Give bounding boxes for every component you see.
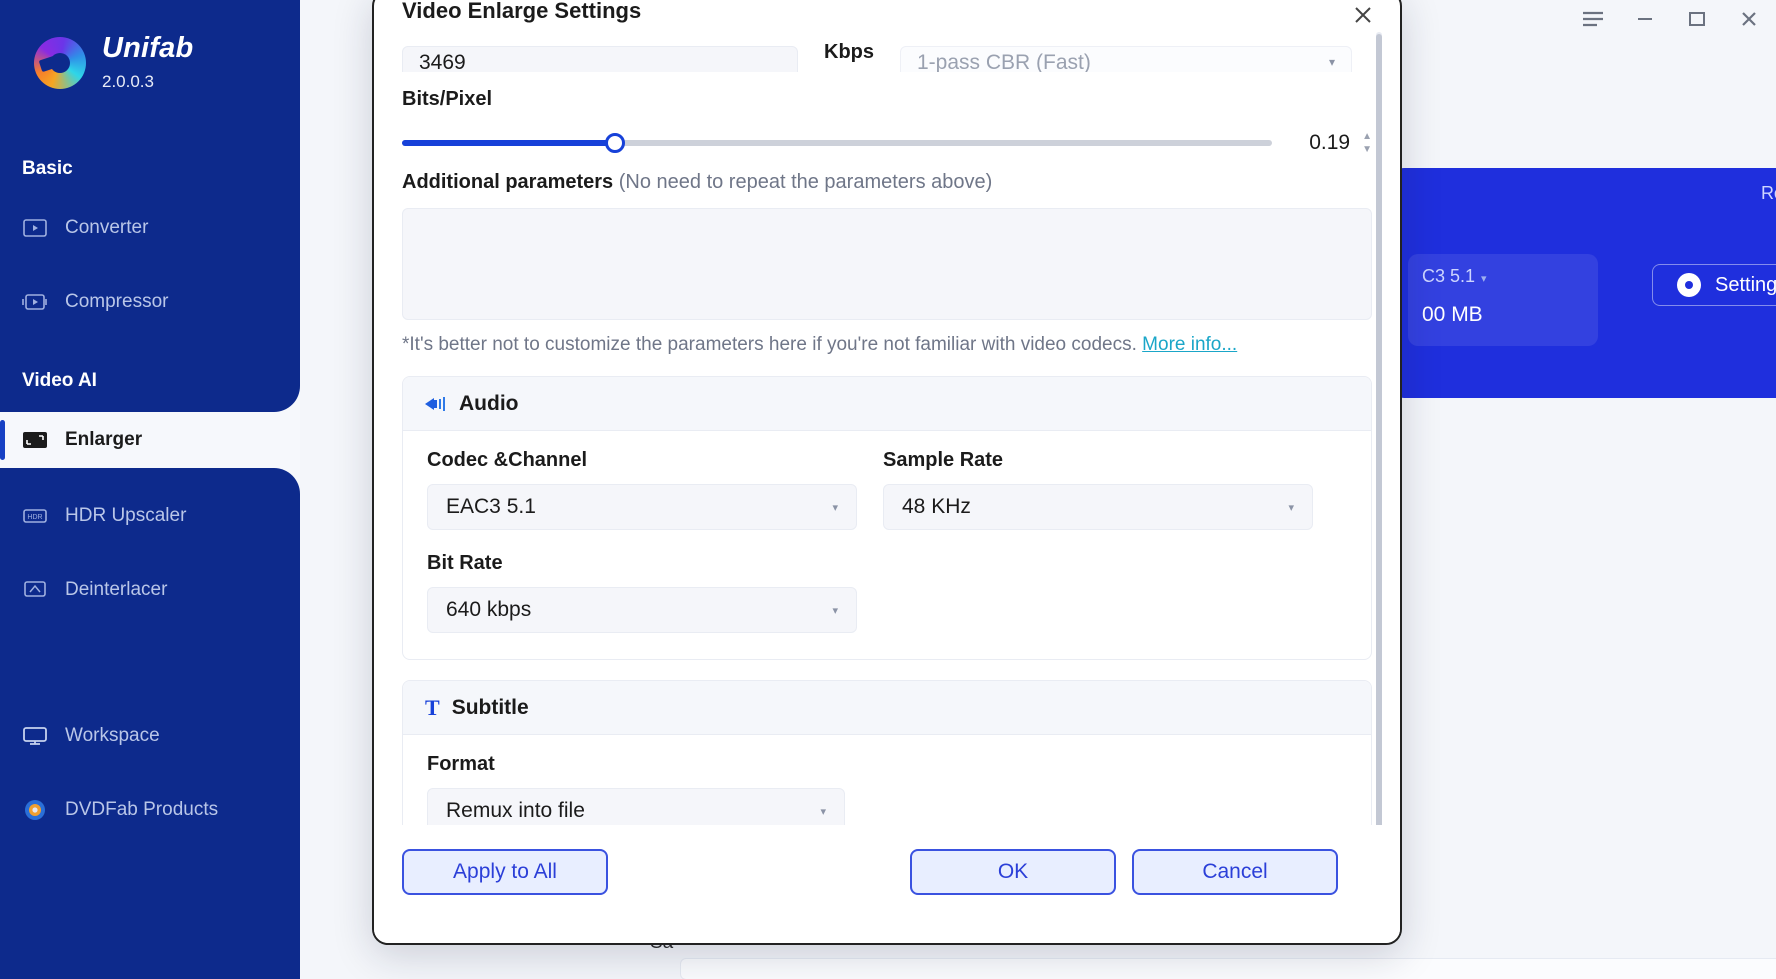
audio-bit-rate-label: Bit Rate: [427, 552, 503, 574]
audio-bit-rate-value: 640 kbps: [446, 598, 532, 621]
subtitle-format-label: Format: [427, 753, 495, 775]
dialog-footer: Apply to All OK Cancel: [374, 825, 1400, 943]
audio-section-title: Audio: [459, 391, 519, 415]
additional-parameters-hint: (No need to repeat the parameters above): [618, 171, 993, 193]
bits-per-pixel-stepper[interactable]: 0.19 ▲ ▼: [1290, 131, 1372, 155]
audio-section: Audio Codec &Channel EAC3 5.1 ▾ Sample R…: [402, 376, 1372, 660]
stepper-arrows[interactable]: ▲ ▼: [1362, 131, 1372, 154]
dialog-body: 3469 Kbps 1-pass CBR (Fast) ▾ Bits/Pixel…: [374, 30, 1400, 825]
speaker-icon: [425, 394, 447, 414]
additional-parameters-input[interactable]: [402, 208, 1372, 320]
bitrate-input[interactable]: 3469: [402, 46, 798, 72]
bitrate-unit-label: Kbps: [824, 41, 874, 63]
bitrate-row: 3469 Kbps 1-pass CBR (Fast) ▾: [402, 30, 1372, 72]
additional-parameters-label: Additional parameters (No need to repeat…: [402, 171, 1372, 194]
text-t-icon: T: [425, 694, 440, 720]
spin-up-icon[interactable]: ▲: [1362, 131, 1372, 141]
audio-codec-label: Codec &Channel: [427, 449, 588, 471]
additional-parameters-title: Additional parameters: [402, 171, 614, 193]
codec-warning-text: *It's better not to customize the parame…: [402, 334, 1137, 355]
bits-per-pixel-slider[interactable]: [402, 133, 1273, 153]
subtitle-section-body: Format Remux into file ▾: [403, 735, 1371, 825]
audio-section-body: Codec &Channel EAC3 5.1 ▾ Sample Rate 48…: [403, 431, 1371, 659]
dialog-scrollbar-thumb[interactable]: [1376, 34, 1382, 834]
close-icon[interactable]: [1348, 0, 1378, 30]
encode-mode-select[interactable]: 1-pass CBR (Fast) ▾: [900, 46, 1352, 72]
subtitle-section: T Subtitle Format Remux into file ▾: [402, 680, 1372, 825]
audio-sample-rate-select[interactable]: 48 KHz ▾: [883, 484, 1313, 530]
spin-down-icon[interactable]: ▼: [1362, 144, 1372, 154]
audio-sample-rate-field: Sample Rate 48 KHz ▾: [883, 449, 1313, 530]
audio-bit-rate-field: Bit Rate 640 kbps ▾: [427, 552, 1347, 633]
audio-codec-value: EAC3 5.1: [446, 495, 536, 518]
audio-sample-rate-value: 48 KHz: [902, 495, 971, 518]
more-info-link[interactable]: More info...: [1142, 334, 1237, 355]
audio-bit-rate-select[interactable]: 640 kbps ▾: [427, 587, 857, 633]
slider-fill: [402, 140, 616, 146]
bits-per-pixel-value[interactable]: 0.19: [1290, 131, 1350, 155]
audio-sample-rate-label: Sample Rate: [883, 449, 1004, 471]
chevron-down-icon: ▾: [820, 806, 826, 818]
chevron-down-icon: ▾: [832, 605, 838, 617]
cancel-button[interactable]: Cancel: [1132, 849, 1338, 895]
subtitle-format-field: Format Remux into file ▾: [427, 753, 1347, 825]
ok-button[interactable]: OK: [910, 849, 1116, 895]
audio-codec-field: Codec &Channel EAC3 5.1 ▾: [427, 449, 857, 530]
subtitle-section-title: Subtitle: [451, 695, 529, 719]
audio-codec-select[interactable]: EAC3 5.1 ▾: [427, 484, 857, 530]
audio-section-header: Audio: [403, 377, 1371, 431]
app-window: Unifab 2.0.0.3 Basic Converter Compresso…: [0, 0, 1776, 979]
bits-per-pixel-label: Bits/Pixel: [402, 88, 493, 110]
subtitle-format-select[interactable]: Remux into file ▾: [427, 788, 845, 825]
video-enlarge-settings-dialog: Video Enlarge Settings 3469 Kbps 1-pass …: [372, 0, 1402, 945]
subtitle-section-header: T Subtitle: [403, 681, 1371, 735]
chevron-down-icon: ▾: [1288, 502, 1294, 514]
dialog-title: Video Enlarge Settings: [402, 0, 642, 23]
chevron-down-icon: ▾: [832, 502, 838, 514]
bits-per-pixel-row: 0.19 ▲ ▼: [402, 131, 1372, 155]
slider-handle[interactable]: [605, 133, 626, 153]
chevron-down-icon: ▾: [1328, 55, 1335, 69]
subtitle-format-value: Remux into file: [446, 799, 585, 822]
apply-to-all-button[interactable]: Apply to All: [402, 849, 608, 895]
encode-mode-value: 1-pass CBR (Fast): [917, 51, 1091, 72]
modal-overlay: Video Enlarge Settings 3469 Kbps 1-pass …: [0, 0, 1776, 979]
codec-warning-note: *It's better not to customize the parame…: [402, 334, 1372, 356]
